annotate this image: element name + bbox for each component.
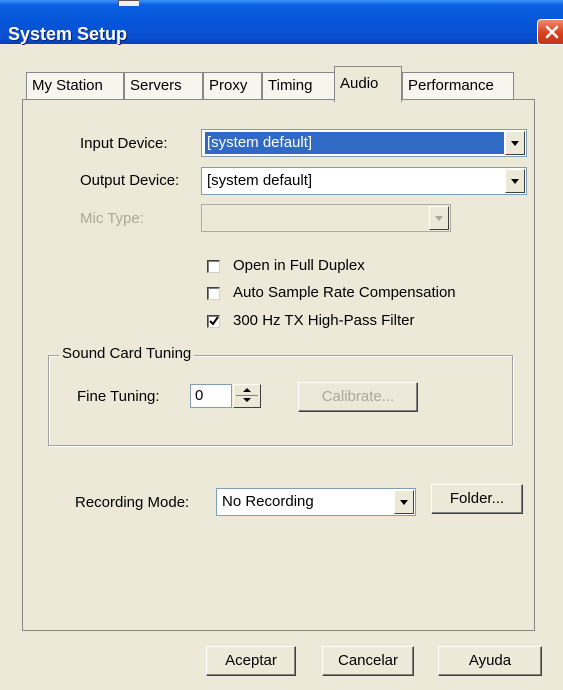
input-device-select[interactable]: [system default] <box>201 129 527 157</box>
recording-mode-label: Recording Mode: <box>75 494 190 511</box>
dropdown-arrow-icon[interactable] <box>505 131 525 155</box>
input-device-value: [system default] <box>205 132 504 154</box>
highpass-filter-label: 300 Hz TX High-Pass Filter <box>233 312 415 329</box>
help-button[interactable]: Ayuda <box>438 646 542 676</box>
system-setup-dialog: System Setup My Station Servers Proxy Ti… <box>0 0 563 690</box>
spin-down-icon[interactable] <box>243 398 251 402</box>
tab-timing[interactable]: Timing <box>262 72 336 100</box>
full-duplex-label: Open in Full Duplex <box>233 257 365 274</box>
spinner-divider <box>236 395 258 396</box>
checkmark-icon <box>209 316 219 326</box>
spin-up-icon[interactable] <box>243 388 251 392</box>
title-bar[interactable]: System Setup <box>0 0 563 45</box>
fine-tuning-input[interactable]: 0 <box>190 384 232 408</box>
dropdown-arrow-icon[interactable] <box>394 490 414 514</box>
tab-servers[interactable]: Servers <box>124 72 203 100</box>
mic-type-label: Mic Type: <box>80 210 144 227</box>
fine-tuning-label: Fine Tuning: <box>77 388 160 405</box>
close-button[interactable] <box>537 19 563 45</box>
dropdown-arrow-icon[interactable] <box>505 169 525 193</box>
close-icon <box>545 25 559 39</box>
output-device-label: Output Device: <box>80 172 180 189</box>
tab-audio[interactable]: Audio <box>334 66 402 102</box>
window-title: System Setup <box>8 24 128 44</box>
recording-mode-select[interactable]: No Recording <box>216 488 416 516</box>
fine-tuning-spinner[interactable] <box>233 384 261 408</box>
output-device-select[interactable]: [system default] <box>201 167 527 195</box>
window-fragment <box>118 0 139 6</box>
full-duplex-checkbox[interactable] <box>207 260 220 273</box>
calibrate-button[interactable]: Calibrate... <box>298 382 418 412</box>
auto-sample-rate-label: Auto Sample Rate Compensation <box>233 284 456 301</box>
sound-card-tuning-legend: Sound Card Tuning <box>59 345 195 362</box>
dropdown-arrow-icon[interactable] <box>429 206 449 230</box>
folder-button[interactable]: Folder... <box>431 484 523 514</box>
highpass-filter-checkbox[interactable] <box>207 315 220 328</box>
input-device-label: Input Device: <box>80 135 168 152</box>
tab-performance[interactable]: Performance <box>402 72 514 100</box>
ok-button[interactable]: Aceptar <box>206 646 296 676</box>
auto-sample-rate-checkbox[interactable] <box>207 287 220 300</box>
mic-type-select[interactable] <box>201 204 451 232</box>
cancel-button[interactable]: Cancelar <box>322 646 414 676</box>
tab-proxy[interactable]: Proxy <box>203 72 262 100</box>
output-device-value: [system default] <box>207 172 313 189</box>
mic-type-value <box>205 207 207 229</box>
recording-mode-value: No Recording <box>222 493 314 510</box>
tab-my-station[interactable]: My Station <box>26 72 124 100</box>
